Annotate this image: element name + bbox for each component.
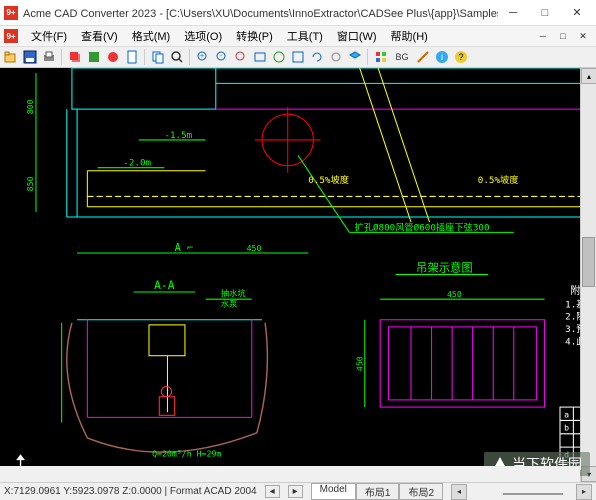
doc-icon[interactable] (123, 48, 141, 66)
section-marker-a: A ⌐ (175, 242, 194, 254)
sub-label-2: 水泵 (221, 298, 237, 308)
scroll-thumb-h[interactable] (503, 493, 563, 495)
tab-b: b (564, 423, 569, 433)
svg-text:?: ? (458, 52, 463, 62)
copy-icon[interactable] (149, 48, 167, 66)
title-bar: 9+ Acme CAD Converter 2023 - [C:\Users\X… (0, 0, 596, 26)
menu-format[interactable]: 格式(M) (126, 27, 177, 45)
horizontal-scrollbar[interactable] (0, 466, 580, 482)
leader-text: 扩孔Ø800风管Ø600插座下弦300 (354, 221, 489, 233)
close-button[interactable]: ✕ (562, 3, 592, 23)
slope-2: 0.5%坡度 (478, 174, 519, 186)
print-icon[interactable] (40, 48, 58, 66)
toolbar: + - BG i ? (0, 46, 596, 68)
vert-dim-1: 800 (25, 99, 35, 114)
tab-next-icon[interactable]: ▸ (288, 485, 303, 498)
measure-icon[interactable] (414, 48, 432, 66)
minimize-button[interactable]: ─ (498, 3, 528, 23)
app-icon: 9+ (4, 6, 18, 20)
scroll-up-icon[interactable]: ▴ (581, 68, 596, 84)
help-icon[interactable]: ? (452, 48, 470, 66)
svg-text:i: i (441, 52, 443, 62)
dim-1.5m: -1.5m (164, 130, 192, 141)
dim-450: 450 (247, 243, 262, 253)
open-icon[interactable] (2, 48, 20, 66)
menu-tools[interactable]: 工具(T) (281, 27, 329, 45)
vertical-scrollbar[interactable]: ▴ ▾ (580, 68, 596, 482)
svg-text:+: + (200, 53, 204, 60)
slope-1: 0.5%坡度 (308, 174, 349, 186)
menu-view[interactable]: 查看(V) (75, 27, 124, 45)
window-title: Acme CAD Converter 2023 - [C:\Users\XU\D… (23, 5, 498, 21)
restore-button[interactable]: □ (530, 3, 560, 23)
hz-dim-1: 450 (447, 289, 462, 299)
status-coords: X:7129.0961 Y:5923.0978 Z:0.0000 | Forma… (4, 486, 257, 497)
svg-text:-: - (220, 53, 223, 60)
layout-tab-model[interactable]: Model (311, 483, 356, 500)
layout-tab-2[interactable]: 布局2 (399, 483, 443, 500)
plan-title: 吊架示意图 (416, 260, 473, 274)
menu-options[interactable]: 选项(O) (178, 27, 228, 45)
menu-window[interactable]: 窗口(W) (331, 27, 383, 45)
settings-icon[interactable] (104, 48, 122, 66)
menu-help[interactable]: 帮助(H) (385, 27, 434, 45)
rotate-icon[interactable] (308, 48, 326, 66)
layout-tab-1[interactable]: 布局1 (356, 483, 400, 500)
section-title: A-A (154, 279, 175, 292)
pump-spec: Q=20m³/h H=29m (152, 448, 221, 458)
scroll-thumb-v[interactable] (582, 237, 595, 287)
sub-label-1: 抽水坑 (221, 288, 246, 298)
hscroll-right-icon[interactable]: ▸ (576, 484, 592, 500)
dim-2.0m: -2.0m (123, 158, 151, 169)
hscroll-left-icon[interactable]: ◂ (451, 484, 467, 500)
export-icon[interactable] (85, 48, 103, 66)
mdi-restore-button[interactable]: □ (554, 29, 572, 43)
vert-dim-2: 850 (25, 176, 35, 191)
zoom-window-icon[interactable] (251, 48, 269, 66)
mdi-close-button[interactable]: ✕ (574, 29, 592, 43)
tab-a: a (564, 409, 569, 419)
bg-toggle-icon[interactable]: BG (391, 48, 413, 66)
zoom-fit-icon[interactable] (232, 48, 250, 66)
pan-icon[interactable] (270, 48, 288, 66)
save-icon[interactable] (21, 48, 39, 66)
menu-convert[interactable]: 转换(P) (230, 27, 279, 45)
grid-icon[interactable] (372, 48, 390, 66)
zoom-extents-icon[interactable] (289, 48, 307, 66)
hz-dim-2: 450 (355, 356, 365, 371)
search-icon[interactable] (168, 48, 186, 66)
layers-icon[interactable] (66, 48, 84, 66)
zoom-in-icon[interactable]: + (194, 48, 212, 66)
status-bar: X:7129.0961 Y:5923.0978 Z:0.0000 | Forma… (0, 482, 596, 500)
mdi-minimize-button[interactable]: ─ (534, 29, 552, 43)
menu-file[interactable]: 文件(F) (25, 27, 73, 45)
zoom-out-icon[interactable]: - (213, 48, 231, 66)
tab-prev-icon[interactable]: ◂ (265, 485, 280, 498)
menu-bar: 9+ 文件(F) 查看(V) 格式(M) 选项(O) 转换(P) 工具(T) 窗… (0, 26, 596, 46)
drawing-canvas[interactable]: 扩孔Ø800风管Ø600插座下弦300 800 850 -1.5m -2.0m … (0, 68, 596, 482)
view3d-icon[interactable] (346, 48, 364, 66)
menu-app-icon: 9+ (4, 29, 18, 43)
zoom-prev-icon[interactable] (327, 48, 345, 66)
info-icon[interactable]: i (433, 48, 451, 66)
